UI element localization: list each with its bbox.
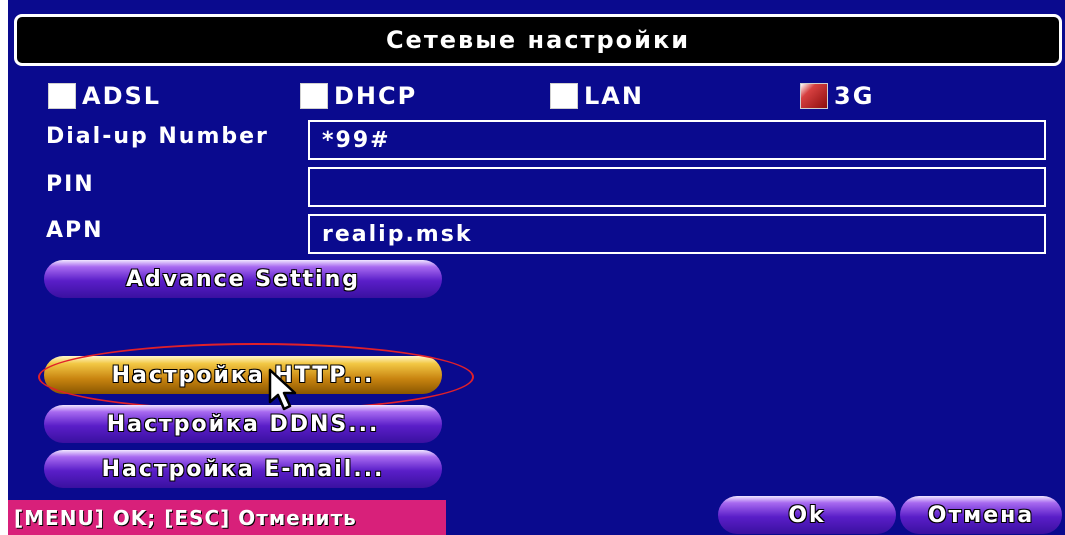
- pin-field[interactable]: [308, 167, 1046, 207]
- cancel-button[interactable]: Отмена: [900, 496, 1062, 534]
- option-3g-label: 3G: [834, 82, 875, 110]
- status-hint-text: [MENU] OK; [ESC] Отменить: [14, 505, 357, 530]
- apn-field[interactable]: realip.msk: [308, 214, 1046, 254]
- dhcp-checkbox[interactable]: [300, 83, 328, 109]
- email-settings-button[interactable]: Настройка E-mail...: [44, 450, 442, 488]
- window-title: Сетевые настройки: [385, 26, 691, 54]
- adsl-checkbox[interactable]: [48, 83, 76, 109]
- apn-label: APN: [46, 218, 104, 243]
- option-adsl[interactable]: ADSL: [48, 80, 161, 112]
- highlight-ring: [38, 343, 474, 411]
- advance-setting-button[interactable]: Advance Setting: [44, 260, 442, 298]
- option-lan[interactable]: LAN: [550, 80, 644, 112]
- option-lan-label: LAN: [584, 82, 644, 110]
- mouse-pointer-icon: [268, 368, 297, 411]
- pin-label: PIN: [46, 172, 95, 197]
- ddns-settings-button[interactable]: Настройка DDNS...: [44, 405, 442, 443]
- ok-button[interactable]: Ok: [718, 496, 896, 534]
- option-dhcp-label: DHCP: [334, 82, 418, 110]
- option-dhcp[interactable]: DHCP: [300, 80, 417, 112]
- lan-checkbox[interactable]: [550, 83, 578, 109]
- 3g-checkbox[interactable]: [800, 83, 828, 109]
- option-3g[interactable]: 3G: [800, 80, 874, 112]
- screen: Сетевые настройки ADSL DHCP LAN 3G Dial-…: [0, 0, 1065, 535]
- status-hint-bar: [MENU] OK; [ESC] Отменить: [8, 500, 446, 535]
- title-bar: Сетевые настройки: [14, 14, 1062, 66]
- dialup-number-field[interactable]: *99#: [308, 120, 1046, 160]
- dialup-number-label: Dial-up Number: [46, 124, 269, 149]
- option-adsl-label: ADSL: [82, 82, 162, 110]
